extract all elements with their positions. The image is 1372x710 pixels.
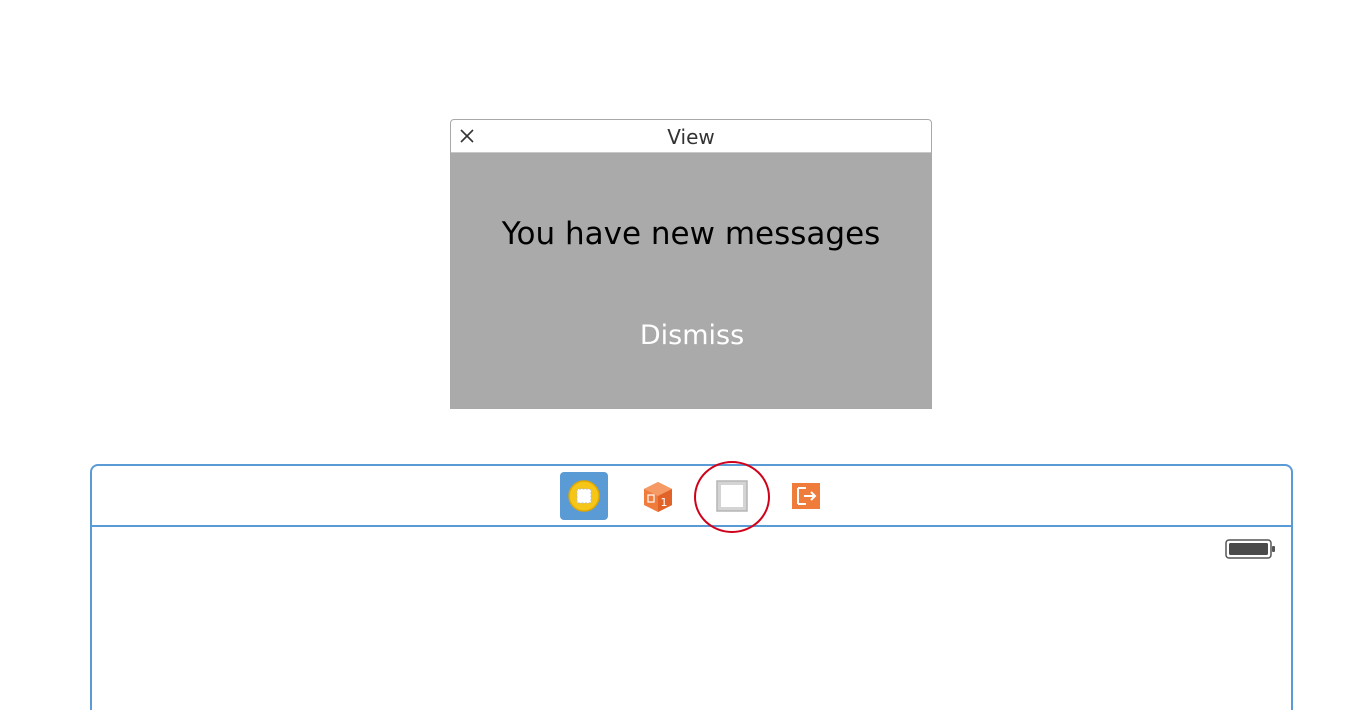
dismiss-button[interactable]: Dismiss xyxy=(617,313,767,359)
scene-frame[interactable]: 1 xyxy=(90,461,1293,710)
svg-text:1: 1 xyxy=(661,496,668,509)
view-controller-icon[interactable] xyxy=(560,472,608,520)
battery-icon xyxy=(1225,538,1277,560)
view-titlebar: View xyxy=(451,120,931,153)
storyboard-canvas: View You have new messages Dismiss 1 xyxy=(0,0,1372,710)
view-body: You have new messages Dismiss xyxy=(451,153,931,408)
scene-dock: 1 xyxy=(92,461,1291,533)
exit-icon[interactable] xyxy=(782,472,830,520)
first-responder-icon[interactable]: 1 xyxy=(634,472,682,520)
view-panel: View You have new messages Dismiss xyxy=(450,119,932,409)
view-object-icon[interactable] xyxy=(708,472,756,520)
view-title: View xyxy=(667,125,715,149)
message-label: You have new messages xyxy=(501,216,881,252)
